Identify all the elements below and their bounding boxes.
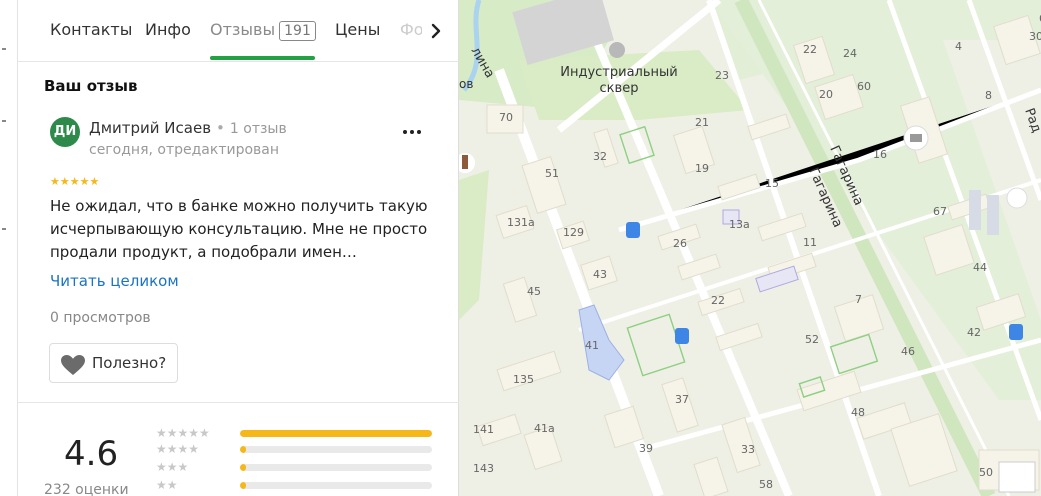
map-house-number: 129: [563, 226, 584, 239]
map-house-number: 52: [805, 333, 819, 346]
rating-row-fill: [240, 464, 246, 471]
read-full-review-link[interactable]: Читать целиком: [50, 272, 179, 290]
map-house-number: 143: [473, 462, 494, 475]
useful-button[interactable]: Полезно?: [49, 343, 178, 383]
map-house-number: 44: [973, 261, 987, 274]
rating-row-stars: ★★★★★: [156, 426, 210, 440]
map-street-label: ов: [459, 77, 473, 91]
map-house-number: 50: [979, 466, 993, 479]
map[interactable]: Индустриальный сквер Гагарина Гагарина лина Р…: [459, 0, 1041, 496]
map-house-number: 67: [933, 205, 947, 218]
map-house-number: 15: [765, 177, 779, 190]
tab-photos[interactable]: Фо: [400, 20, 422, 39]
business-panel: Контакты Инфо Отзывы 191 Цены Фо Ваш отзы…: [18, 0, 459, 496]
map-house-number: 8: [985, 89, 992, 102]
map-house-number: 22: [711, 294, 725, 307]
map-house-number: 131а: [507, 216, 535, 229]
rating-value: 4.6: [64, 434, 119, 474]
tab-bar: Контакты Инфо Отзывы 191 Цены Фо: [18, 0, 459, 62]
map-house-number: 19: [695, 162, 709, 175]
rating-count: 232 оценки: [44, 482, 129, 496]
tab-prices[interactable]: Цены: [335, 20, 380, 39]
rating-row-stars: ★★★★: [156, 442, 200, 456]
map-house-number: 4: [955, 40, 962, 53]
tabs-scroll-right-button[interactable]: [424, 18, 448, 44]
reviews-count-badge: 191: [279, 21, 316, 41]
map-house-number: 41: [585, 339, 599, 352]
tab-reviews[interactable]: Отзывы 191: [210, 20, 316, 41]
map-house-number: 7: [855, 293, 862, 306]
map-house-number: 43: [593, 268, 607, 281]
chevron-right-icon: [431, 23, 441, 39]
tab-reviews-label: Отзывы: [210, 20, 276, 39]
map-house-number: 16: [873, 148, 887, 161]
review-more-options-button[interactable]: [400, 122, 424, 142]
map-house-number: 21: [695, 116, 709, 129]
rating-row-fill: [240, 430, 432, 437]
map-house-number: 30: [1029, 30, 1041, 43]
map-house-number: 22: [803, 43, 817, 56]
review-text: Не ожидал, что в банке можно получить та…: [50, 197, 428, 261]
rating-row-bar: [240, 430, 432, 437]
left-edge-strip: [0, 0, 18, 496]
rating-row-bar: [240, 482, 432, 489]
map-house-number: 45: [527, 285, 541, 298]
section-divider: [18, 402, 459, 403]
tab-info[interactable]: Инфо: [145, 20, 191, 39]
map-house-number: 24: [843, 47, 857, 60]
map-house-number: 135: [513, 373, 534, 386]
review-views: 0 просмотров: [50, 310, 151, 326]
map-house-number: 60: [857, 80, 871, 93]
avatar[interactable]: ДИ: [50, 117, 80, 147]
map-park-label: Индустриальный: [560, 65, 677, 80]
review-author-line: Дмитрий Исаев • 1 отзыв: [89, 119, 287, 137]
rating-row-fill: [240, 446, 246, 453]
review-stars: ★★★★★: [50, 175, 100, 188]
rating-row-stars: ★★★: [156, 460, 189, 474]
map-house-number: 37: [675, 393, 689, 406]
map-house-number: 33: [741, 443, 755, 456]
map-park-label: сквер: [600, 81, 639, 96]
map-house-number: 11: [803, 236, 817, 249]
map-house-number: 32: [593, 150, 607, 163]
review-date: сегодня, отредактирован: [89, 142, 280, 158]
map-house-number: 23: [715, 69, 729, 82]
map-house-number: 42: [967, 326, 981, 339]
map-house-number: 20: [819, 88, 833, 101]
map-house-number: 39: [639, 442, 653, 455]
rating-row-stars: ★★: [156, 478, 178, 492]
map-house-number: 70: [499, 111, 513, 124]
rating-row-bar: [240, 464, 432, 471]
map-house-number: 26: [673, 237, 687, 250]
map-house-number: 46: [901, 345, 915, 358]
review-author-name[interactable]: Дмитрий Исаев: [89, 119, 211, 137]
map-house-number: 58: [759, 478, 773, 491]
active-tab-indicator: [210, 56, 315, 60]
heart-icon: [61, 355, 85, 375]
map-house-number: 13а: [729, 218, 750, 231]
rating-row-fill: [240, 482, 246, 489]
map-canvas[interactable]: ИндустриальныйскверГагаринаГагариналинаР…: [459, 0, 1041, 496]
your-review-heading: Ваш отзыв: [44, 77, 138, 95]
rating-row-bar: [240, 446, 432, 453]
map-house-number: 51: [545, 167, 559, 180]
more-dots-icon: [403, 130, 421, 134]
tab-contacts[interactable]: Контакты: [50, 20, 132, 39]
author-reviews-count: 1 отзыв: [229, 121, 287, 137]
author-separator: •: [216, 119, 225, 137]
map-house-number: 141: [473, 423, 494, 436]
map-house-number: 41а: [534, 422, 555, 435]
map-house-number: 48: [851, 406, 865, 419]
useful-button-label: Полезно?: [92, 354, 167, 372]
